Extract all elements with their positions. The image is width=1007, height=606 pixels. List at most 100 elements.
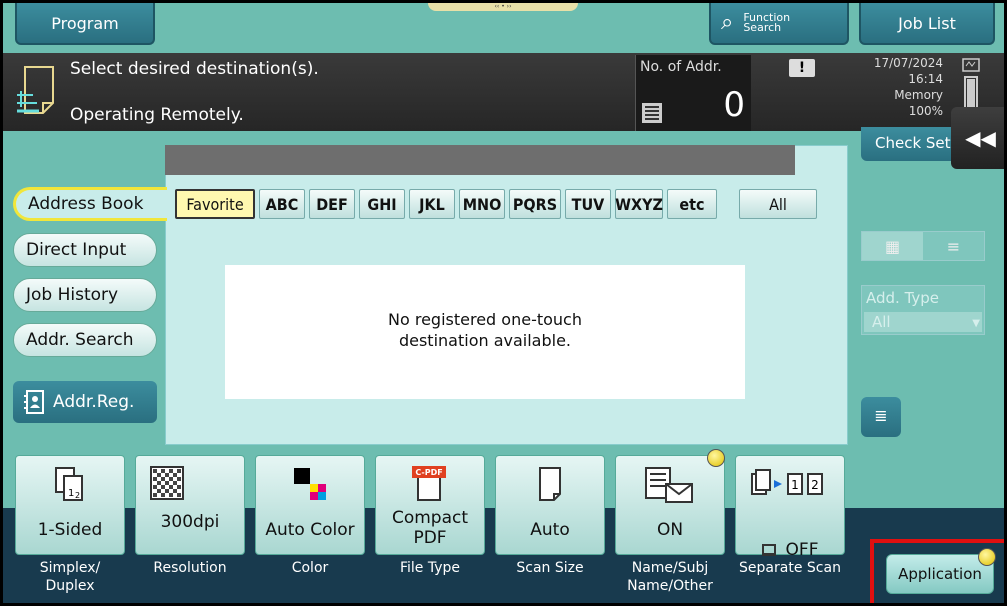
warning-icon[interactable]: ! — [789, 59, 815, 77]
direct-input-label: Direct Input — [26, 240, 127, 260]
double-left-arrow-icon: ◀◀ — [965, 126, 996, 150]
color-icon — [294, 468, 326, 500]
status-info: 17/07/2024 16:14 Memory 100% — [865, 55, 943, 119]
notification-dot — [707, 449, 725, 467]
separate-scan-icon: 1 2 — [751, 469, 823, 495]
sidebar-item-direct-input[interactable]: Direct Input — [13, 233, 157, 267]
svg-text:2: 2 — [811, 478, 819, 492]
filter-def[interactable]: DEF — [309, 189, 355, 219]
pdf-file-icon: C-PDF — [412, 466, 446, 501]
address-count-value: 0 — [723, 85, 745, 125]
file-type-value: Compact PDF — [391, 508, 469, 548]
sidebar-item-address-book[interactable]: Address Book — [13, 187, 167, 221]
filter-abc[interactable]: ABC — [259, 189, 305, 219]
filter-mno[interactable]: MNO — [459, 189, 505, 219]
filter-favorite[interactable]: Favorite — [175, 189, 255, 219]
separate-scan-caption: Separate Scan — [739, 560, 841, 576]
address-book-label: Address Book — [28, 194, 144, 214]
separate-scan-value-row: OFF — [736, 520, 844, 560]
address-count-label: No. of Addr. — [640, 59, 722, 75]
scan-destination-icon — [17, 66, 54, 114]
page-icon — [539, 467, 561, 501]
mail-list-icon — [645, 467, 693, 503]
addr-reg-label: Addr.Reg. — [53, 392, 135, 412]
job-list-label: Job List — [898, 13, 956, 33]
memory-label: Memory — [894, 88, 943, 102]
collapse-panel-button[interactable]: ◀◀ — [951, 107, 1004, 169]
filter-all[interactable]: All — [739, 189, 817, 219]
sidebar-item-job-history[interactable]: Job History — [13, 278, 157, 312]
resolution-value: 300dpi — [160, 512, 220, 532]
status-date: 17/07/2024 — [873, 56, 943, 70]
address-count-box[interactable]: No. of Addr. 0 — [635, 55, 751, 131]
empty-message-line-2: destination available. — [398, 331, 572, 350]
chevron-down-icon: ▼ — [972, 318, 980, 329]
empty-message-line-1: No registered one-touch — [388, 310, 582, 329]
simplex-duplex-value: 1-Sided — [37, 520, 103, 540]
highlight-box — [870, 539, 1004, 603]
program-tab-label: Program — [51, 13, 119, 33]
top-handle[interactable]: ‹‹ • ›› — [428, 3, 578, 11]
file-type-caption: File Type — [399, 560, 461, 576]
addr-reg-button[interactable]: Addr.Reg. — [13, 381, 157, 423]
filter-etc[interactable]: etc — [667, 189, 717, 219]
memory-value: 100% — [908, 104, 943, 118]
one-sided-icon: 1 2 — [55, 467, 83, 501]
add-type-select[interactable]: Add. Type All ▼ — [861, 285, 985, 335]
message-line-2: Operating Remotely. — [70, 105, 244, 125]
check-settings-label: Check Set — [875, 134, 951, 152]
color-button[interactable]: Auto Color — [255, 455, 365, 555]
addr-search-label: Addr. Search — [26, 330, 134, 350]
program-tab[interactable]: Program — [15, 3, 155, 45]
sidebar-item-addr-search[interactable]: Addr. Search — [13, 323, 157, 357]
name-subject-value: ON — [656, 520, 684, 540]
function-search-tab[interactable]: ⌕ Function Search — [709, 3, 849, 45]
address-book-icon — [24, 390, 44, 414]
message-bar: Select desired destination(s). Operating… — [3, 53, 1004, 131]
resolution-button[interactable]: 300dpi — [135, 455, 245, 555]
destination-strip — [165, 145, 795, 175]
function-search-label: Function Search — [743, 12, 790, 33]
list-icon — [642, 103, 662, 123]
list-menu-button[interactable]: ≣ — [861, 397, 901, 437]
name-subject-caption: Name/Subj Name/Other — [627, 560, 713, 594]
svg-text:1: 1 — [68, 488, 74, 499]
separate-scan-value: OFF — [785, 540, 819, 560]
pdf-badge-text: C-PDF — [415, 468, 442, 477]
color-caption: Color — [291, 560, 329, 576]
add-type-label: Add. Type — [866, 289, 940, 307]
filter-ghi[interactable]: GHI — [359, 189, 405, 219]
simplex-duplex-caption: Simplex/ Duplex — [39, 560, 101, 594]
svg-text:1: 1 — [791, 478, 799, 492]
check-settings-button[interactable]: Check Set — [861, 127, 961, 161]
list-down-icon: ≣ — [874, 406, 888, 425]
scan-size-caption: Scan Size — [516, 560, 584, 576]
scan-size-button[interactable]: Auto — [495, 455, 605, 555]
simplex-duplex-button[interactable]: 1 2 1-Sided — [15, 455, 125, 555]
separate-scan-button[interactable]: 1 2 OFF — [735, 455, 845, 560]
add-type-value: All — [864, 312, 982, 332]
grid-view-icon[interactable]: ▦ — [862, 232, 923, 260]
file-type-button[interactable]: C-PDF Compact PDF — [375, 455, 485, 555]
message-line-1: Select desired destination(s). — [70, 59, 319, 79]
status-time: 16:14 — [908, 72, 943, 86]
list-view-icon[interactable]: ≡ — [923, 232, 984, 260]
scan-size-value: Auto — [530, 520, 570, 540]
resolution-caption: Resolution — [153, 560, 227, 576]
filter-jkl[interactable]: JKL — [409, 189, 455, 219]
svg-text:2: 2 — [75, 491, 80, 500]
filter-tuv[interactable]: TUV — [565, 189, 611, 219]
search-icon: ⌕ — [721, 10, 734, 35]
job-history-label: Job History — [26, 285, 119, 305]
filter-pqrs[interactable]: PQRS — [509, 189, 561, 219]
color-value: Auto Color — [265, 520, 355, 540]
scan-screen: ‹‹ • ›› Program ⌕ Function Search Job Li… — [0, 0, 1007, 606]
resolution-icon — [150, 466, 184, 500]
name-subject-button[interactable]: ON — [615, 455, 725, 555]
mode-indicator-icon — [761, 544, 776, 556]
filter-wxyz[interactable]: WXYZ — [615, 189, 663, 219]
index-filter-row: Favorite ABC DEF GHI JKL MNO PQRS TUV WX… — [175, 189, 817, 221]
job-list-tab[interactable]: Job List — [859, 3, 995, 45]
empty-message: No registered one-touch destination avai… — [225, 309, 745, 351]
view-toggle[interactable]: ▦ ≡ — [861, 231, 985, 261]
